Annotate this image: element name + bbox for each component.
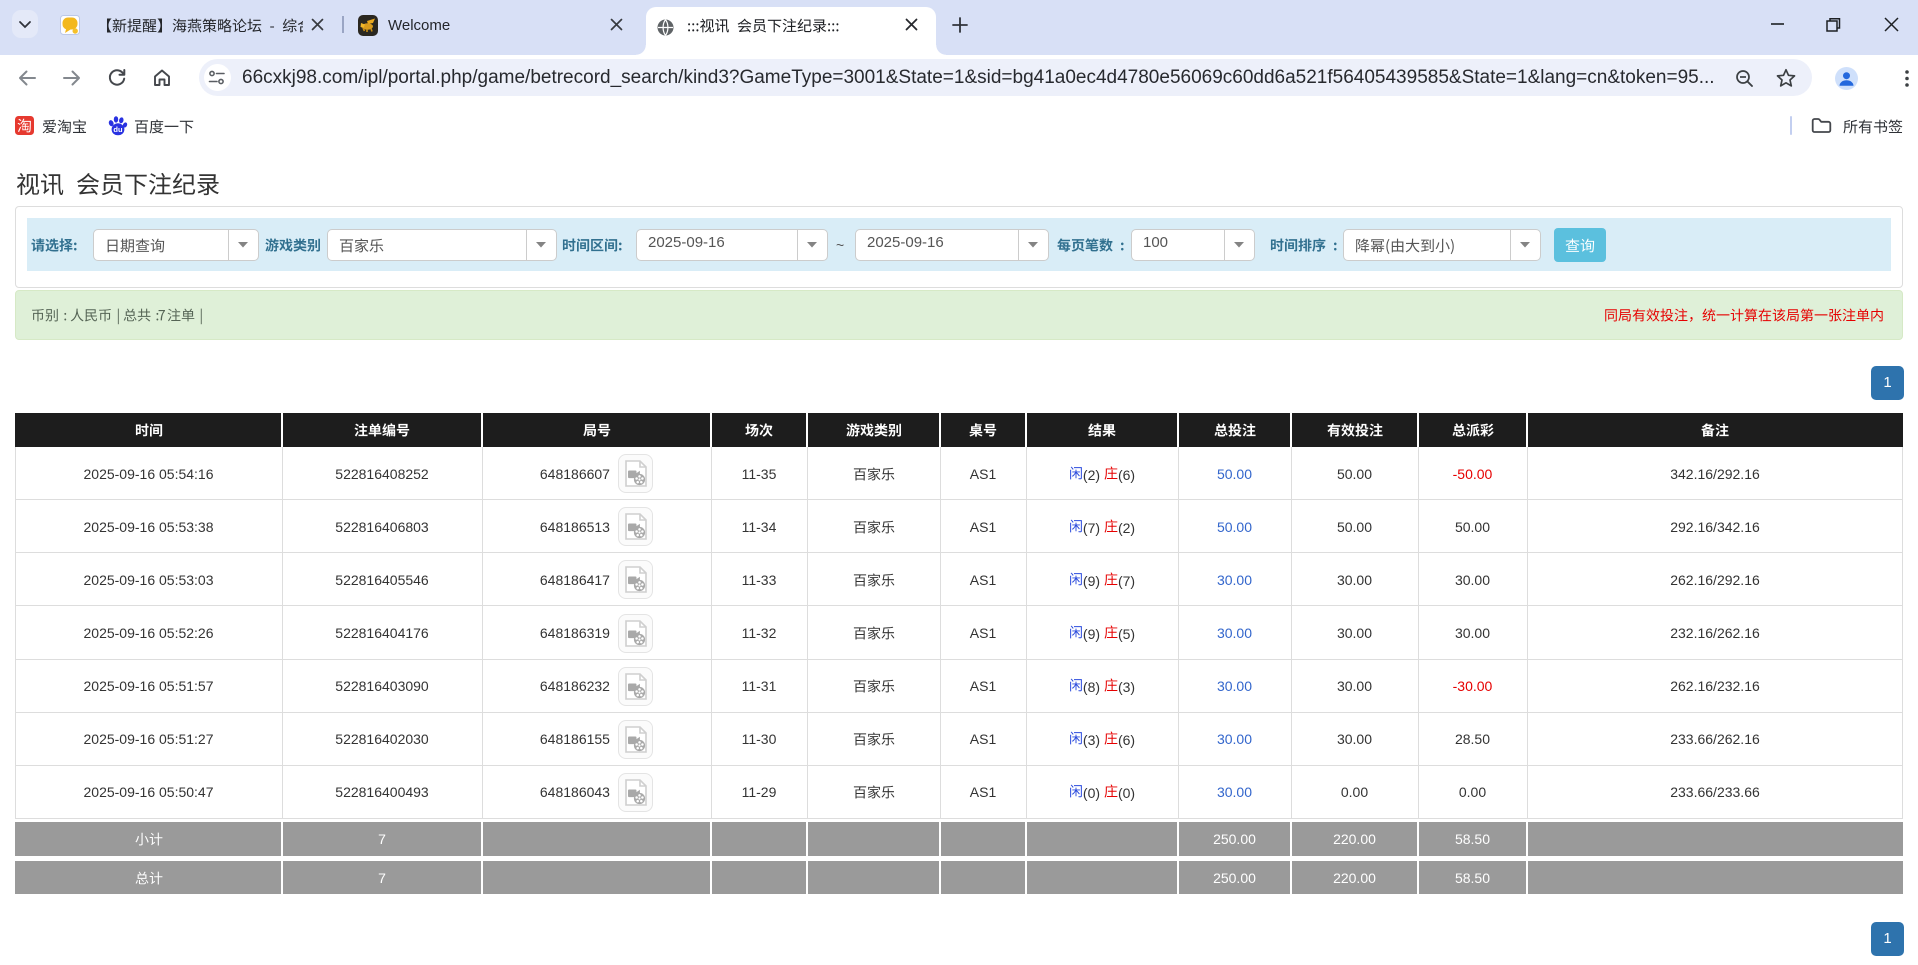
svg-text:du: du [113,125,123,134]
